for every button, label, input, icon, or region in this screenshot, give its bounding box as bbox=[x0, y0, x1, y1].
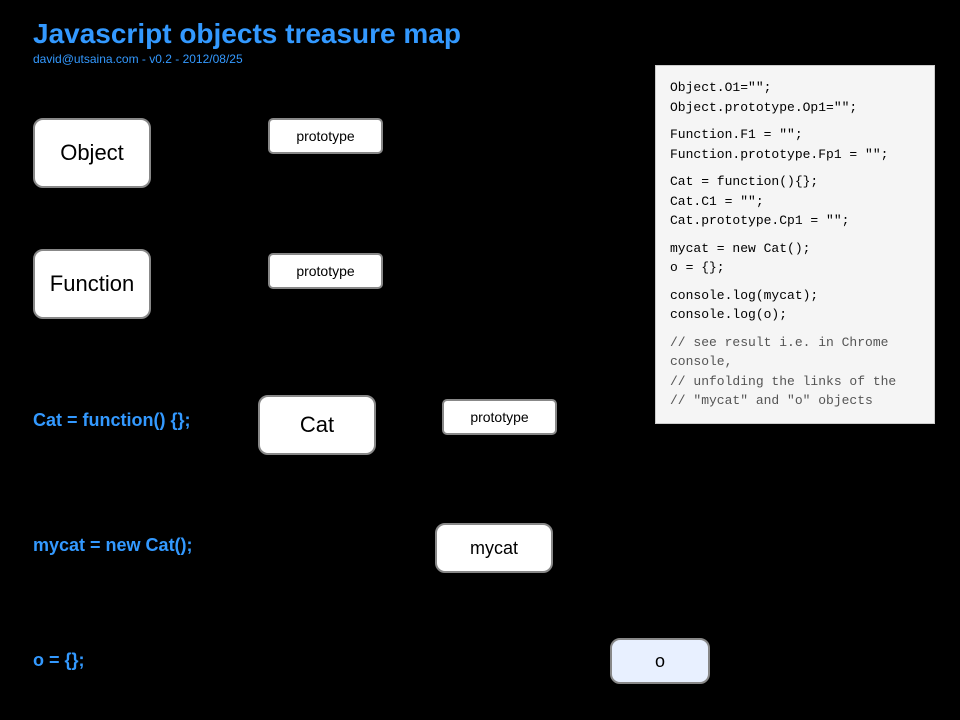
mycat-declaration-label: mycat = new Cat(); bbox=[33, 535, 193, 556]
cat-label: Cat bbox=[300, 412, 334, 438]
code-panel: Object.O1="";Object.prototype.Op1="";Fun… bbox=[655, 65, 935, 424]
function-label: Function bbox=[50, 271, 134, 297]
page-subtitle: david@utsaina.com - v0.2 - 2012/08/25 bbox=[33, 52, 243, 66]
prototype-cat-label: prototype bbox=[470, 409, 528, 425]
prototype-object-box: prototype bbox=[268, 118, 383, 154]
mycat-label: mycat bbox=[470, 538, 518, 559]
page-title: Javascript objects treasure map bbox=[33, 18, 461, 50]
cat-box: Cat bbox=[258, 395, 376, 455]
cat-declaration-label: Cat = function() {}; bbox=[33, 410, 191, 431]
o-box: o bbox=[610, 638, 710, 684]
prototype-object-label: prototype bbox=[296, 128, 354, 144]
o-declaration-label: o = {}; bbox=[33, 650, 85, 671]
object-label: Object bbox=[60, 140, 124, 166]
prototype-function-label: prototype bbox=[296, 263, 354, 279]
object-box: Object bbox=[33, 118, 151, 188]
prototype-cat-box: prototype bbox=[442, 399, 557, 435]
mycat-box: mycat bbox=[435, 523, 553, 573]
o-label: o bbox=[655, 651, 665, 672]
function-box: Function bbox=[33, 249, 151, 319]
prototype-function-box: prototype bbox=[268, 253, 383, 289]
